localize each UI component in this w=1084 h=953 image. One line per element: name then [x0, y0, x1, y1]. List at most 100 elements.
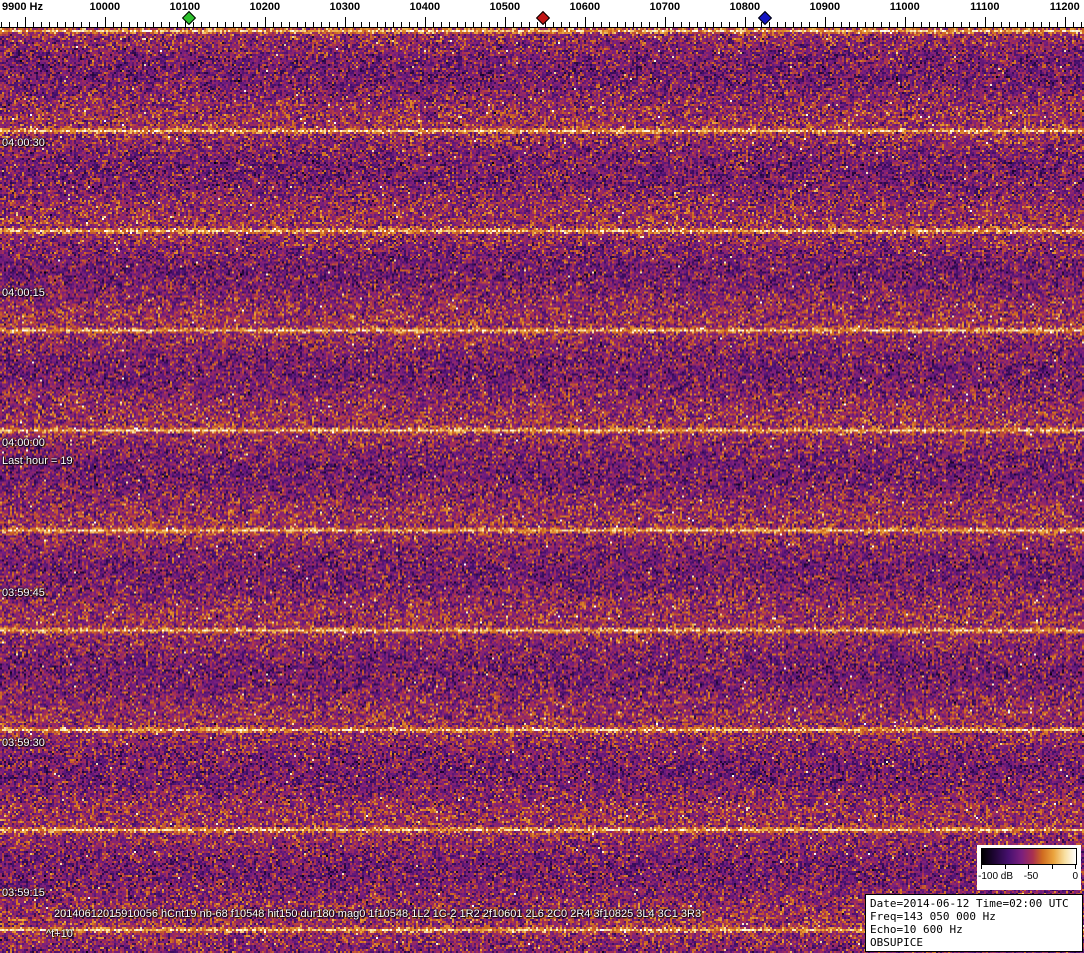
ruler-tick	[505, 17, 506, 27]
ruler-tick	[817, 22, 818, 27]
ruler-tick	[281, 22, 282, 27]
ruler-tick	[561, 22, 562, 27]
info-frequency: Freq=143 050 000 Hz	[870, 910, 1078, 923]
ruler-tick	[625, 22, 626, 27]
ruler-tick	[265, 17, 266, 27]
ruler-tick	[305, 22, 306, 27]
ruler-tick	[905, 17, 906, 27]
ruler-tick	[969, 22, 970, 27]
ruler-tick	[953, 22, 954, 27]
ruler-tick	[385, 22, 386, 27]
ruler-tick	[233, 22, 234, 27]
ruler-tick	[481, 22, 482, 27]
ruler-tick	[833, 22, 834, 27]
ruler-tick	[273, 22, 274, 27]
freq-tick-label: 10200	[250, 1, 281, 13]
ruler-tick	[217, 22, 218, 27]
ruler-tick	[937, 22, 938, 27]
freq-tick-label: 10600	[570, 1, 601, 13]
ruler-tick	[961, 22, 962, 27]
ruler-tick	[609, 22, 610, 27]
spectrogram-area: Last hour = 19 20140612015910056 hCnt19 …	[0, 28, 1084, 953]
ruler-tick	[1065, 17, 1066, 27]
ruler-tick	[929, 22, 930, 27]
ruler-tick	[121, 22, 122, 27]
freq-tick-label: 10400	[410, 1, 441, 13]
ruler-tick	[689, 22, 690, 27]
ruler-tick	[473, 22, 474, 27]
ruler-tick	[433, 22, 434, 27]
ruler-tick	[329, 22, 330, 27]
ruler-tick	[985, 17, 986, 27]
ruler-tick	[945, 22, 946, 27]
ruler-tick	[1033, 22, 1034, 27]
ruler-tick	[57, 22, 58, 27]
ruler-tick	[537, 22, 538, 27]
colorbar-tick	[981, 865, 982, 869]
ruler-tick	[409, 22, 410, 27]
ruler-tick	[745, 17, 746, 27]
ruler-tick	[673, 22, 674, 27]
ruler-tick	[809, 22, 810, 27]
ruler-tick	[169, 22, 170, 27]
colorbar-label-mid: -50	[1024, 871, 1038, 882]
ruler-tick	[761, 22, 762, 27]
ruler-tick	[41, 22, 42, 27]
ruler-tick	[577, 22, 578, 27]
ruler-tick	[105, 17, 106, 27]
ruler-tick	[1073, 22, 1074, 27]
ruler-tick	[585, 17, 586, 27]
ruler-tick	[785, 22, 786, 27]
ruler-tick	[161, 22, 162, 27]
ruler-tick	[201, 22, 202, 27]
ruler-tick	[977, 22, 978, 27]
freq-tick-label: 11200	[1050, 1, 1080, 13]
info-echo: Echo=10 600 Hz	[870, 923, 1078, 936]
freq-tick-label: 10000	[90, 1, 121, 13]
ruler-tick	[9, 22, 10, 27]
freq-tick-label: 10800	[730, 1, 761, 13]
ruler-tick	[649, 22, 650, 27]
frequency-ruler[interactable]: 9900 Hz100001010010200103001040010500106…	[0, 0, 1084, 28]
ruler-tick	[73, 22, 74, 27]
ruler-tick	[705, 22, 706, 27]
ruler-tick	[521, 22, 522, 27]
ruler-tick	[441, 22, 442, 27]
ruler-tick	[393, 22, 394, 27]
freq-tick-label: 9900 Hz	[2, 1, 43, 13]
ruler-tick	[513, 22, 514, 27]
ruler-tick	[153, 22, 154, 27]
colorbar-gradient	[981, 848, 1077, 865]
ruler-tick	[257, 22, 258, 27]
ruler-tick	[865, 22, 866, 27]
ruler-tick	[1049, 22, 1050, 27]
freq-tick-label: 10100	[170, 1, 201, 13]
ruler-tick	[873, 22, 874, 27]
ruler-tick	[249, 22, 250, 27]
ruler-tick	[897, 22, 898, 27]
ruler-tick	[113, 22, 114, 27]
colorbar-tick	[1005, 865, 1006, 869]
ruler-tick	[89, 22, 90, 27]
ruler-tick	[129, 22, 130, 27]
ruler-tick	[601, 22, 602, 27]
ruler-tick	[489, 22, 490, 27]
ruler-tick	[913, 22, 914, 27]
ruler-tick	[857, 22, 858, 27]
colorbar-tick	[1075, 865, 1076, 869]
ruler-tick	[337, 22, 338, 27]
ruler-tick	[769, 22, 770, 27]
freq-tick-label: 10900	[810, 1, 841, 13]
ruler-tick	[49, 22, 50, 27]
colorbar-label-min: -100 dB	[978, 871, 1013, 882]
ruler-tick	[241, 22, 242, 27]
freq-tick-label: 11000	[890, 1, 920, 13]
ruler-tick	[753, 22, 754, 27]
ruler-tick	[97, 22, 98, 27]
ruler-tick	[1057, 22, 1058, 27]
ruler-tick	[65, 22, 66, 27]
waterfall-canvas[interactable]	[0, 28, 1084, 953]
ruler-tick	[529, 22, 530, 27]
ruler-tick	[849, 22, 850, 27]
red-marker-diamond[interactable]	[536, 11, 550, 25]
